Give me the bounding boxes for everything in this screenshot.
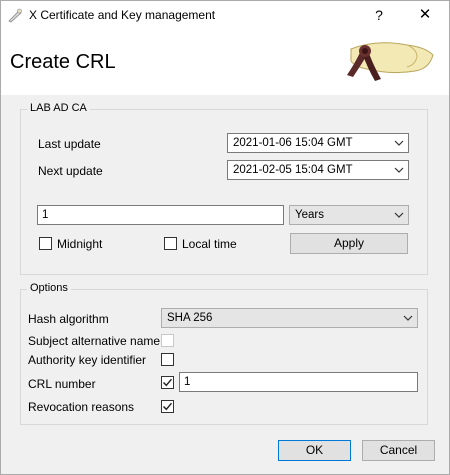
crl-number-label: CRL number bbox=[28, 377, 96, 391]
chevron-down-icon bbox=[393, 209, 405, 221]
close-button[interactable]: ✕ bbox=[413, 5, 437, 25]
help-button[interactable]: ? bbox=[369, 5, 389, 25]
ca-group-title: LAB AD CA bbox=[27, 102, 90, 114]
midnight-checkbox[interactable] bbox=[39, 237, 52, 250]
window-title: X Certificate and Key management bbox=[29, 8, 216, 22]
options-group-title: Options bbox=[27, 282, 71, 294]
hash-algorithm-select[interactable]: SHA 256 bbox=[161, 308, 418, 328]
certificate-app-icon bbox=[7, 7, 23, 23]
checkmark-icon bbox=[163, 402, 173, 411]
next-update-value: 2021-02-05 15:04 GMT bbox=[233, 164, 353, 176]
hash-algorithm-value: SHA 256 bbox=[167, 312, 213, 324]
last-update-label: Last update bbox=[38, 137, 101, 151]
last-update-value: 2021-01-06 15:04 GMT bbox=[233, 137, 353, 149]
san-label: Subject alternative name bbox=[28, 334, 161, 348]
aki-label: Authority key identifier bbox=[28, 353, 147, 367]
last-update-select[interactable]: 2021-01-06 15:04 GMT bbox=[227, 133, 409, 153]
revocation-reasons-checkbox[interactable] bbox=[161, 400, 174, 413]
midnight-label: Midnight bbox=[57, 237, 103, 251]
title-bar: X Certificate and Key management ? ✕ bbox=[1, 1, 449, 29]
chevron-down-icon bbox=[402, 312, 414, 324]
revocation-reasons-label: Revocation reasons bbox=[28, 400, 135, 414]
ok-button[interactable]: OK bbox=[278, 440, 351, 461]
local-time-checkbox[interactable] bbox=[164, 237, 177, 250]
chevron-down-icon bbox=[393, 164, 405, 176]
page-title: Create CRL bbox=[10, 51, 116, 73]
scroll-seal-icon bbox=[337, 35, 437, 91]
crl-number-value: 1 bbox=[184, 376, 191, 388]
next-update-label: Next update bbox=[38, 164, 103, 178]
san-checkbox[interactable] bbox=[161, 334, 174, 347]
crl-number-checkbox[interactable] bbox=[161, 376, 174, 389]
crl-number-input[interactable]: 1 bbox=[179, 372, 418, 392]
checkmark-icon bbox=[163, 378, 173, 387]
dialog-window: X Certificate and Key management ? ✕ Cre… bbox=[0, 0, 450, 475]
dialog-header: Create CRL bbox=[1, 29, 449, 95]
chevron-down-icon bbox=[393, 137, 405, 149]
next-update-select[interactable]: 2021-02-05 15:04 GMT bbox=[227, 160, 409, 180]
cancel-button[interactable]: Cancel bbox=[362, 440, 435, 461]
aki-checkbox[interactable] bbox=[161, 353, 174, 366]
hash-algorithm-label: Hash algorithm bbox=[28, 312, 109, 326]
interval-unit-value: Years bbox=[295, 209, 324, 221]
interval-input[interactable]: 1 bbox=[37, 205, 284, 225]
interval-unit-select[interactable]: Years bbox=[289, 205, 409, 225]
apply-button[interactable]: Apply bbox=[290, 233, 408, 254]
interval-value: 1 bbox=[42, 209, 49, 221]
local-time-label: Local time bbox=[182, 237, 237, 251]
